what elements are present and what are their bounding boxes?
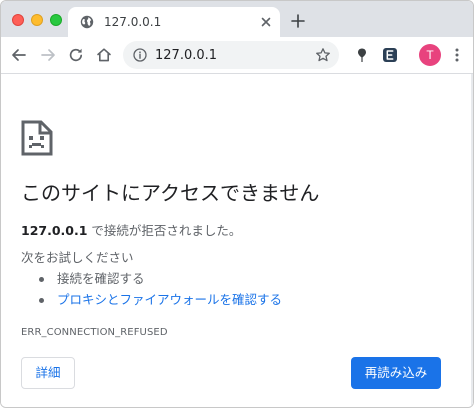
pin-icon[interactable] — [353, 46, 371, 64]
window-minimize-button[interactable] — [31, 14, 43, 26]
kebab-menu-icon[interactable] — [448, 46, 466, 64]
suggestion-link[interactable]: プロキシとファイアウォールを確認する — [57, 292, 282, 308]
error-summary-text: で接続が拒否されました。 — [87, 223, 242, 238]
info-icon[interactable] — [133, 48, 147, 62]
suggestions-label: 次をお試しください — [21, 250, 134, 265]
error-host: 127.0.0.1 — [21, 223, 88, 238]
arrow-right-icon[interactable] — [39, 46, 57, 64]
home-icon[interactable] — [95, 46, 113, 64]
address-bar[interactable]: 127.0.0.1 — [123, 41, 339, 69]
avatar[interactable]: T — [419, 44, 441, 66]
plus-icon[interactable] — [291, 14, 305, 28]
globe-icon — [80, 15, 94, 29]
bullet — [39, 277, 44, 282]
url-text[interactable]: 127.0.0.1 — [155, 48, 217, 63]
reload-icon[interactable] — [67, 46, 85, 64]
extension-badge-icon[interactable] — [381, 46, 399, 64]
error-code: ERR_CONNECTION_REFUSED — [21, 327, 168, 338]
suggestion-text: 接続を確認する — [57, 271, 145, 286]
tab-title: 127.0.0.1 — [104, 15, 162, 29]
error-heading: このサイトにアクセスできません — [21, 181, 320, 205]
broken-page-icon — [21, 120, 53, 156]
window-maximize-button[interactable] — [50, 14, 62, 26]
window-right-edge — [471, 74, 473, 407]
bullet — [39, 298, 44, 303]
browser-window: 127.0.0.1 127.0.0.1 T このサイトにアクセスできません 12… — [0, 0, 474, 408]
arrow-left-icon[interactable] — [10, 46, 28, 64]
star-icon[interactable] — [315, 47, 331, 63]
toolbar: 127.0.0.1 T — [1, 37, 473, 74]
error-summary: 127.0.0.1 で接続が拒否されました。 — [21, 223, 241, 239]
window-close-button[interactable] — [12, 14, 24, 26]
reload-button[interactable]: 再読み込み — [351, 357, 441, 389]
tab-strip: 127.0.0.1 — [1, 1, 473, 37]
close-icon[interactable] — [258, 14, 274, 30]
error-page: このサイトにアクセスできません 127.0.0.1 で接続が拒否されました。 次… — [1, 74, 473, 407]
details-button[interactable]: 詳細 — [21, 357, 75, 389]
tab-active[interactable]: 127.0.0.1 — [68, 7, 280, 37]
